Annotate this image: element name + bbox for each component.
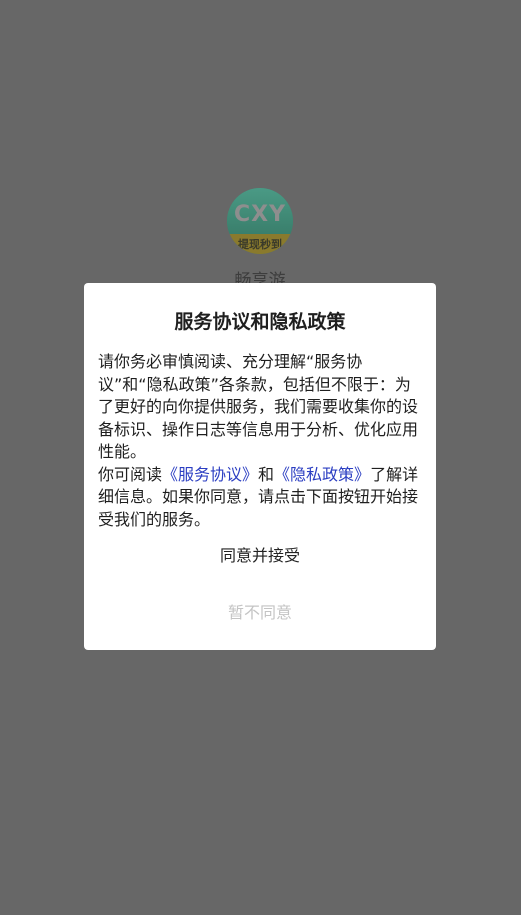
dialog-body-paragraph-1: 请你务必审慎阅读、充分理解“服务协议”和“隐私政策”各条款，包括但不限于：为了更… [98,352,419,461]
app-logo: CXY 提现秒到 [227,188,293,254]
privacy-policy-link[interactable]: 《隐私政策》 [274,465,370,484]
decline-button[interactable]: 暂不同意 [180,598,340,628]
agree-button[interactable]: 同意并接受 [180,541,340,571]
dialog-body-paragraph-2: 你可阅读《服务协议》和《隐私政策》了解详细信息。如果你同意，请点击下面按钮开始接… [98,464,424,532]
body-text-and: 和 [258,464,275,484]
dialog-title: 服务协议和隐私政策 [174,311,346,333]
service-agreement-link[interactable]: 《服务协议》 [162,465,258,484]
body-text-prefix: 你可阅读 [98,464,163,484]
logo-band-text: 提现秒到 [238,238,282,251]
privacy-dialog: 服务协议和隐私政策 请你务必审慎阅读、充分理解“服务协议”和“隐私政策”各条款，… [84,283,436,650]
logo-text: CXY [233,202,287,227]
dialog-body: 请你务必审慎阅读、充分理解“服务协议”和“隐私政策”各条款，包括但不限于：为了更… [98,351,424,531]
